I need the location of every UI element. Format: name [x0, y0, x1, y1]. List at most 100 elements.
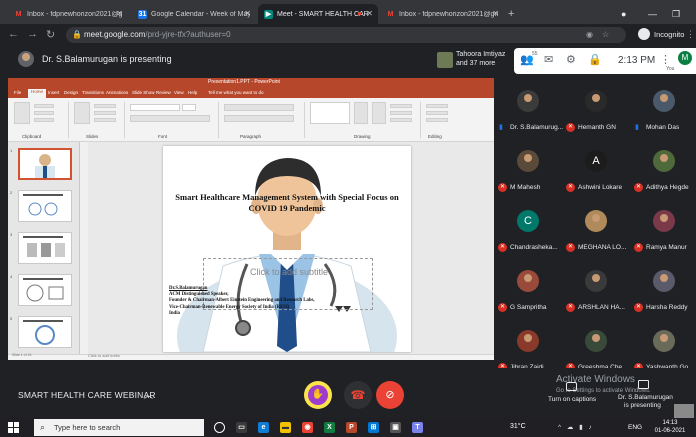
slide-thumbnail[interactable] [18, 316, 72, 348]
menu-dots-icon[interactable]: ⋮ [686, 29, 695, 40]
current-slide[interactable]: Smart Healthcare Management System with … [163, 146, 411, 352]
participant-tile[interactable]: A ✕ Ashwini Lokare [564, 140, 630, 202]
chrome-icon[interactable]: ◉ [302, 422, 313, 433]
meeting-title[interactable]: SMART HEALTH CARE WEBINAR [18, 390, 156, 400]
slide-thumbnail[interactable] [18, 232, 72, 264]
font-size-select[interactable] [182, 104, 196, 111]
participant-tile[interactable]: ✕ MEGHANA LO... [564, 200, 630, 262]
find-button[interactable] [426, 104, 448, 108]
paste-button[interactable] [14, 102, 30, 124]
cortana-icon[interactable] [214, 422, 225, 433]
ppt-menu-review[interactable]: Review [156, 90, 171, 95]
participant-tile[interactable]: C ✕ Chandrasheka... [496, 200, 562, 262]
new-slide-button[interactable] [74, 102, 90, 124]
file-explorer-icon[interactable]: ▬ [280, 422, 291, 433]
font-format-buttons[interactable] [130, 115, 210, 122]
edge-icon[interactable]: e [258, 422, 269, 433]
close-icon[interactable]: ✕ [116, 9, 123, 18]
close-icon[interactable]: ✕ [366, 9, 373, 18]
thumbnail-scrollbar[interactable] [80, 142, 88, 354]
forward-icon[interactable]: → [27, 28, 38, 40]
participant-tile[interactable]: ✕ ARSHLAN HA... [564, 260, 630, 322]
tab-gmail-inbox-2[interactable]: M Inbox - fdpnewhorizon2021@gm ✕ [380, 4, 504, 24]
copy-button[interactable] [34, 111, 54, 115]
app-icon[interactable]: ▣ [390, 422, 401, 433]
weather-widget[interactable]: 31°C [510, 423, 526, 430]
powerpoint-icon[interactable]: P [346, 422, 357, 433]
ppt-menu-transitions[interactable]: Transitions [82, 90, 104, 95]
select-button[interactable] [426, 118, 448, 122]
taskbar-search-input[interactable]: ⌕ Type here to search [34, 419, 204, 436]
slide-thumbnail[interactable] [18, 274, 72, 306]
participant-tile[interactable]: ▮ Mohan Das [632, 80, 696, 142]
system-clock[interactable]: 14:13 01-06-2021 [652, 419, 688, 435]
leave-call-button[interactable]: ☎ [344, 381, 372, 409]
notes-bar[interactable]: Slide 1 of 16 Click to add notes [8, 353, 494, 360]
arrange-button[interactable] [354, 102, 368, 124]
close-icon[interactable]: ✕ [244, 9, 251, 18]
tab-meet[interactable]: ▶ Meet - SMART HEALTH CAR ● ✕ [258, 4, 378, 24]
self-view-tile[interactable] [674, 404, 694, 418]
slide-thumbnail[interactable] [18, 148, 72, 180]
ppt-tell-me[interactable]: Tell me what you want to do [208, 90, 264, 95]
quick-styles-button[interactable] [372, 102, 386, 124]
captions-icon[interactable] [566, 382, 577, 391]
close-icon[interactable]: ✕ [492, 9, 499, 18]
url-field[interactable]: 🔒 meet.google.com/prd-yjre-tfx?authuser=… [66, 27, 626, 43]
camera-off-button[interactable]: ⊘ [376, 381, 404, 409]
chat-icon[interactable]: ✉ [544, 53, 553, 66]
participant-tile[interactable]: ✕ M Mahesh [496, 140, 562, 202]
maximize-icon[interactable]: ❐ [672, 9, 680, 20]
format-painter-button[interactable] [34, 118, 54, 122]
shape-fill-button[interactable] [390, 104, 412, 108]
slide-title[interactable]: Smart Healthcare Management System with … [173, 192, 401, 214]
present-screen-icon[interactable] [638, 380, 649, 389]
teams-icon[interactable]: T [412, 422, 423, 433]
participant-tile[interactable]: ▮ Dr. S.Balamurug... [496, 80, 563, 142]
ppt-menu-file[interactable]: File [14, 90, 21, 95]
shape-effects-button[interactable] [390, 118, 412, 122]
replace-button[interactable] [426, 111, 448, 115]
store-icon[interactable]: ⊞ [368, 422, 379, 433]
reload-icon[interactable]: ↻ [46, 28, 55, 41]
ppt-menu-design[interactable]: Design [64, 90, 78, 95]
reset-button[interactable] [94, 111, 116, 115]
lock-icon[interactable]: 🔒 [588, 53, 602, 66]
ppt-menu-animations[interactable]: Animations [106, 90, 128, 95]
ppt-menu-view[interactable]: View [174, 90, 184, 95]
section-button[interactable] [94, 118, 116, 122]
paragraph-buttons[interactable] [224, 104, 294, 111]
participant-tile[interactable]: ✕ Harsha Reddy [632, 260, 696, 322]
participant-tile[interactable]: ✕ Ramya Manur [632, 200, 696, 262]
back-icon[interactable]: ← [8, 28, 19, 40]
presenter-info-block[interactable]: Dr.S.Balamurugan ACM Distinguished Speak… [169, 286, 369, 317]
ppt-menu-help[interactable]: Help [188, 90, 197, 95]
captions-label[interactable]: Turn on captions [548, 396, 596, 403]
excel-icon[interactable]: X [324, 422, 335, 433]
task-view-icon[interactable]: ▭ [236, 422, 247, 433]
chevron-up-icon[interactable]: ︿ [144, 388, 153, 401]
tab-gmail-inbox-1[interactable]: M Inbox - fdpnewhorizon2021@gm ✕ [8, 4, 128, 24]
camera-icon[interactable]: ◉ [586, 30, 593, 39]
alignment-buttons[interactable] [224, 115, 294, 122]
ppt-menu-home[interactable]: Home [28, 89, 47, 98]
layout-button[interactable] [94, 104, 116, 108]
system-tray-icons[interactable]: ^ ☁ ▮ ♪ [558, 423, 594, 431]
new-tab-icon[interactable]: + [508, 8, 514, 20]
ppt-menu-slideshow[interactable]: Slide Show [132, 90, 155, 95]
font-name-select[interactable] [130, 104, 180, 111]
shape-outline-button[interactable] [390, 111, 412, 115]
bookmark-star-icon[interactable]: ☆ [602, 30, 609, 39]
incognito-avatar-icon[interactable] [638, 28, 650, 40]
activities-icon[interactable]: ⚙ [566, 53, 576, 66]
minimize-icon[interactable]: — [648, 9, 657, 19]
raise-hand-button[interactable]: ✋ [304, 381, 332, 409]
windows-start-icon[interactable] [8, 422, 19, 433]
participant-tile[interactable]: ✕ Hemanth GN [564, 80, 630, 142]
participant-tile[interactable]: ✕ Adithya Hegde [632, 140, 696, 202]
participant-tile[interactable]: ✕ G Sampritha [496, 260, 562, 322]
cut-button[interactable] [34, 104, 54, 108]
language-indicator[interactable]: ENG [628, 424, 642, 431]
tab-google-calendar[interactable]: 31 Google Calendar - Week of May ✕ [132, 4, 256, 24]
more-options-icon[interactable]: ⋮ [660, 53, 671, 66]
